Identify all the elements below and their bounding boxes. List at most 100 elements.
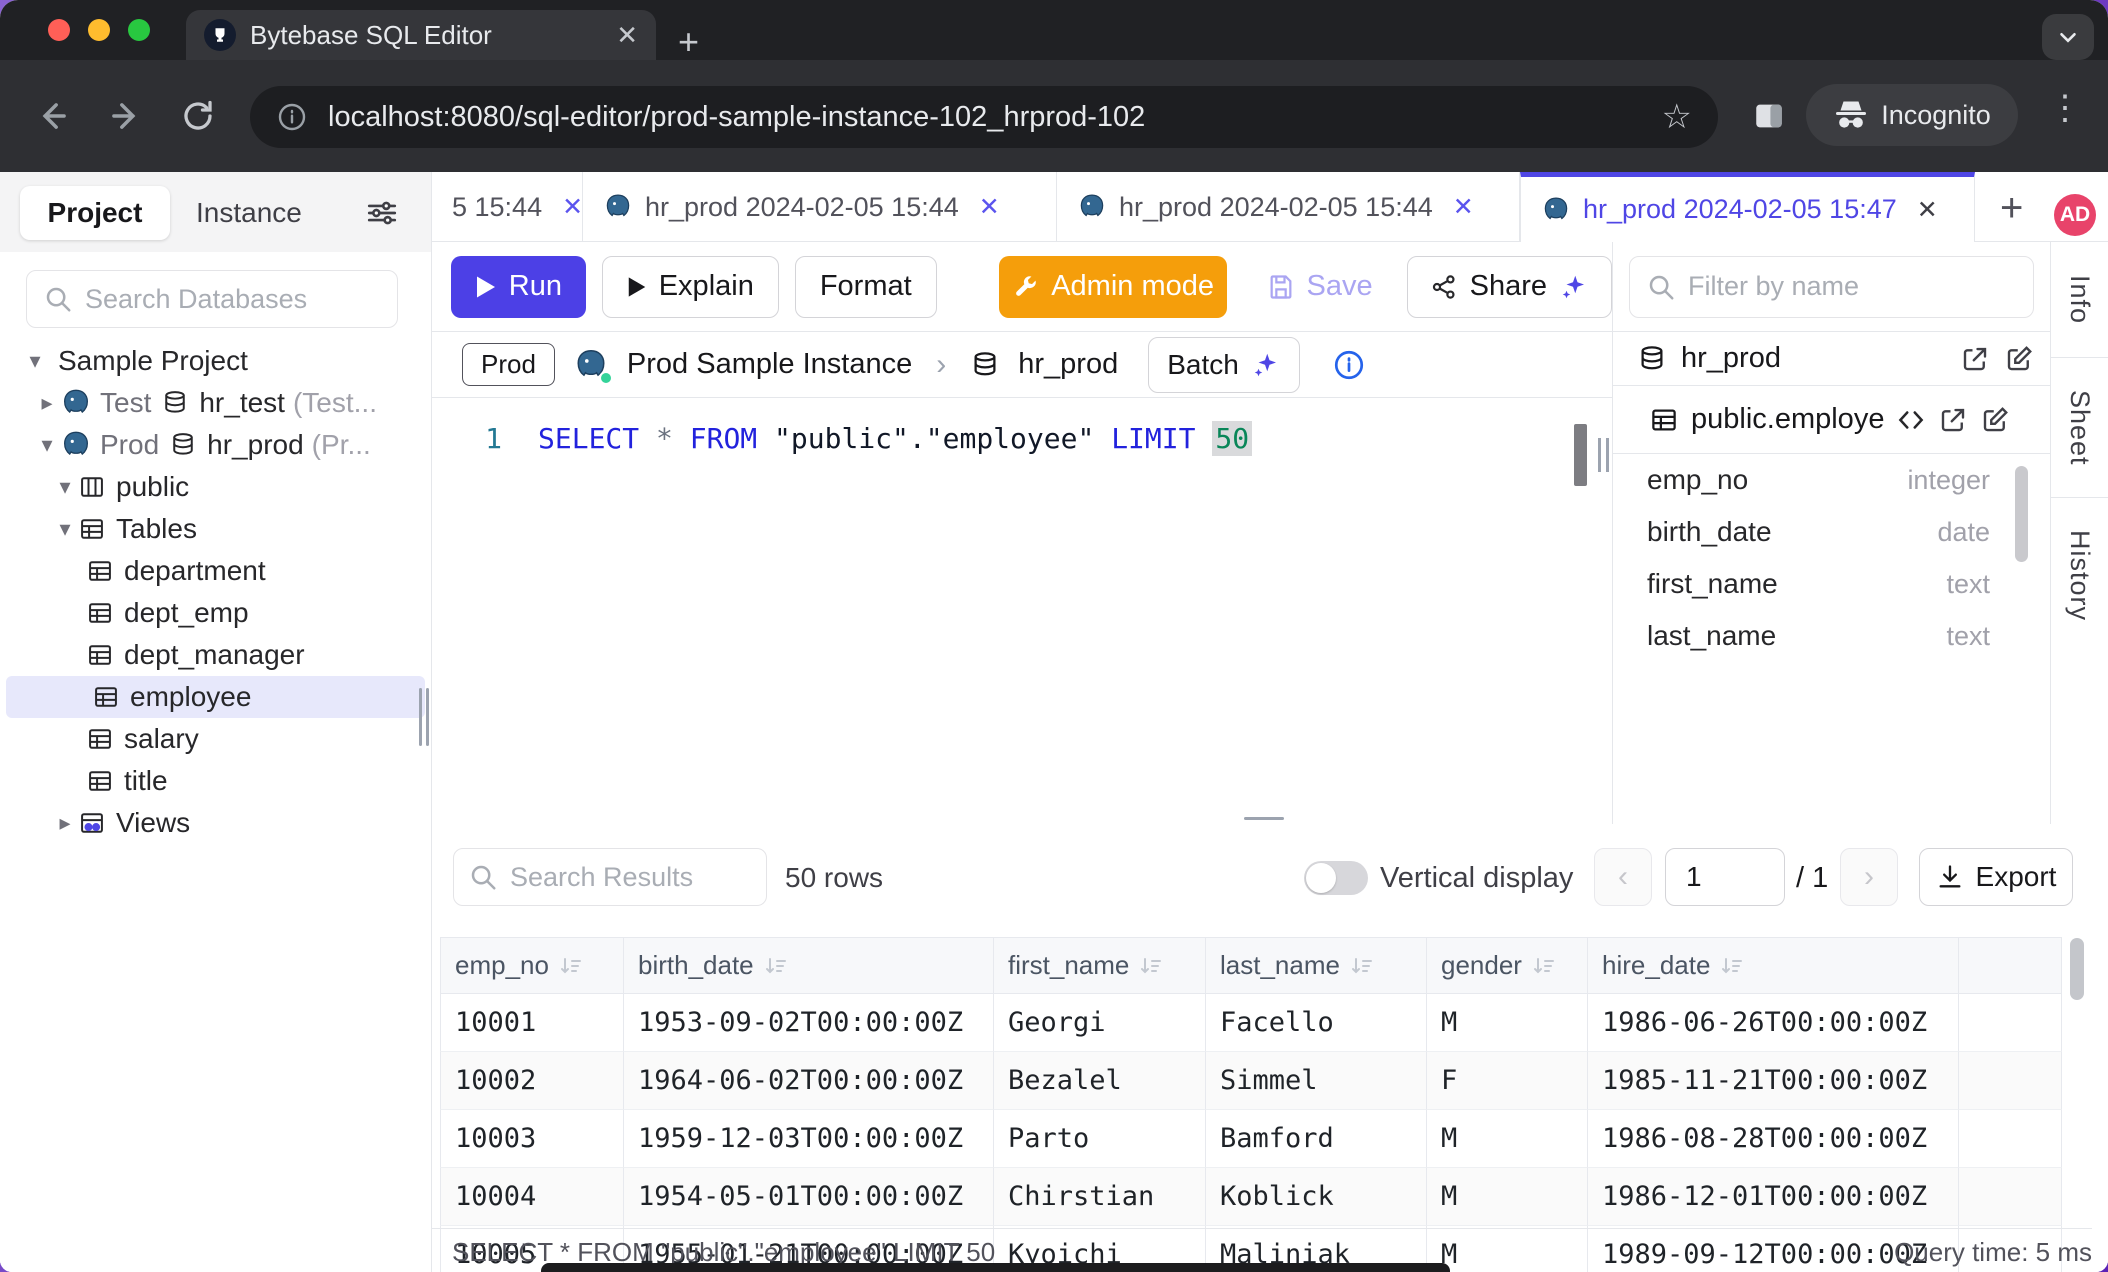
tree-item-table-dept-manager[interactable]: dept_manager [0, 634, 431, 676]
side-tab-info[interactable]: Info [2051, 242, 2108, 358]
table-cell[interactable]: 1986-08-28T00:00:00Z [1588, 1110, 1959, 1168]
table-cell[interactable]: Parto [994, 1110, 1206, 1168]
sort-icon[interactable] [1532, 954, 1556, 978]
table-cell[interactable]: 1986-06-26T00:00:00Z [1588, 994, 1959, 1052]
sort-icon[interactable] [1720, 954, 1744, 978]
vertical-display-toggle[interactable] [1304, 861, 1368, 895]
close-icon[interactable]: ✕ [1917, 195, 1938, 225]
worksheet-tab-3[interactable]: hr_prod 2024-02-05 15:44 ✕ [1057, 172, 1520, 242]
filter-settings-icon[interactable] [365, 196, 399, 230]
column-header[interactable]: hire_date [1588, 937, 1959, 994]
save-button[interactable]: Save [1247, 256, 1393, 318]
table-cell[interactable]: 1986-12-01T00:00:00Z [1588, 1168, 1959, 1226]
schema-filter[interactable] [1629, 256, 2034, 318]
new-worksheet-button[interactable]: + [2000, 186, 2023, 231]
panel-database-row[interactable]: hr_prod [1613, 332, 2050, 386]
tree-item-schema-public[interactable]: ▾ public [0, 466, 431, 508]
worksheet-tab-1[interactable]: 5 15:44 ✕ [432, 172, 583, 242]
editor-scrollbar-thumb[interactable] [1574, 424, 1587, 486]
sort-icon[interactable] [1139, 954, 1163, 978]
back-icon[interactable] [34, 97, 72, 135]
table-row[interactable]: 100011953-09-02T00:00:00ZGeorgiFacelloM1… [440, 994, 2062, 1052]
minimize-window-button[interactable] [88, 19, 110, 41]
column-header[interactable]: last_name [1206, 937, 1427, 994]
table-cell[interactable]: Chirstian [994, 1168, 1206, 1226]
table-cell[interactable]: Koblick [1206, 1168, 1427, 1226]
table-row[interactable]: 100041954-05-01T00:00:00ZChirstianKoblic… [440, 1168, 2062, 1226]
share-button[interactable]: Share [1407, 256, 1612, 318]
browser-tab-close-icon[interactable]: ✕ [616, 20, 638, 51]
table-cell[interactable]: 1959-12-03T00:00:00Z [624, 1110, 994, 1168]
tree-item-views-group[interactable]: ▸ Views [0, 802, 431, 844]
table-cell[interactable]: Bezalel [994, 1052, 1206, 1110]
table-cell[interactable]: Facello [1206, 994, 1427, 1052]
worksheet-tab-2[interactable]: hr_prod 2024-02-05 15:44 ✕ [583, 172, 1057, 242]
results-search[interactable] [453, 848, 767, 906]
table-cell[interactable]: 10004 [440, 1168, 624, 1226]
new-tab-button[interactable]: + [678, 24, 699, 60]
column-row[interactable]: emp_no integer [1613, 454, 2050, 506]
side-panel-icon[interactable] [1752, 99, 1786, 133]
close-icon[interactable]: ✕ [1453, 192, 1474, 222]
results-search-input[interactable] [510, 862, 752, 893]
tree-item-hr-prod[interactable]: ▾ Prod hr_prod (Pr... [0, 424, 431, 466]
column-header[interactable]: first_name [994, 937, 1206, 994]
zoom-window-button[interactable] [128, 19, 150, 41]
side-tab-sheet[interactable]: Sheet [2051, 358, 2108, 498]
sort-icon[interactable] [559, 954, 583, 978]
table-cell[interactable]: Simmel [1206, 1052, 1427, 1110]
page-number-input[interactable] [1665, 848, 1785, 906]
column-row[interactable]: last_name text [1613, 610, 2050, 662]
table-cell[interactable]: M [1427, 1110, 1588, 1168]
external-link-icon[interactable] [1960, 344, 1990, 374]
column-header[interactable]: birth_date [624, 937, 994, 994]
tree-item-project[interactable]: ▾ Sample Project [0, 340, 431, 382]
tree-item-hr-test[interactable]: ▸ Test hr_test (Test... [0, 382, 431, 424]
caret-down-icon[interactable]: ▾ [34, 432, 60, 458]
table-cell[interactable]: 10001 [440, 994, 624, 1052]
table-cell[interactable]: 1953-09-02T00:00:00Z [624, 994, 994, 1052]
page-info-icon[interactable] [276, 101, 308, 133]
table-row[interactable]: 100021964-06-02T00:00:00ZBezalelSimmelF1… [440, 1052, 2062, 1110]
column-row[interactable]: first_name text [1613, 558, 2050, 610]
caret-down-icon[interactable]: ▾ [52, 516, 78, 542]
tree-item-table-title[interactable]: title [0, 760, 431, 802]
panel-resize-handle[interactable] [1598, 438, 1609, 472]
tab-instance[interactable]: Instance [196, 186, 302, 240]
browser-tab[interactable]: Bytebase SQL Editor ✕ [186, 10, 656, 60]
caret-down-icon[interactable]: ▾ [52, 474, 78, 500]
prev-page-button[interactable]: ‹ [1594, 848, 1652, 906]
table-cell[interactable]: 1985-11-21T00:00:00Z [1588, 1052, 1959, 1110]
bookmark-star-icon[interactable]: ☆ [1662, 97, 1692, 137]
database-name[interactable]: hr_prod [1018, 348, 1118, 381]
edit-icon[interactable] [2004, 344, 2034, 374]
edit-icon[interactable] [1980, 405, 2010, 435]
explain-button[interactable]: Explain [602, 256, 779, 318]
table-scrollbar-thumb[interactable] [2070, 938, 2084, 1000]
url-bar[interactable]: localhost:8080/sql-editor/prod-sample-in… [250, 86, 1718, 148]
tree-item-table-department[interactable]: department [0, 550, 431, 592]
tree-item-table-dept-emp[interactable]: dept_emp [0, 592, 431, 634]
table-cell[interactable]: 10003 [440, 1110, 624, 1168]
database-search[interactable] [26, 270, 398, 328]
column-row[interactable]: birth_date date [1613, 506, 2050, 558]
forward-icon[interactable] [106, 97, 144, 135]
table-cell[interactable]: Bamford [1206, 1110, 1427, 1168]
sql-editor[interactable]: 1 SELECT * FROM "public"."employee" LIMI… [432, 398, 1612, 824]
run-button[interactable]: Run [451, 256, 586, 318]
close-icon[interactable]: ✕ [979, 192, 1000, 222]
table-row[interactable]: 100031959-12-03T00:00:00ZPartoBamfordM19… [440, 1110, 2062, 1168]
table-cell[interactable]: 10002 [440, 1052, 624, 1110]
column-list-scrollbar-thumb[interactable] [2015, 466, 2028, 562]
table-cell[interactable]: Georgi [994, 994, 1206, 1052]
sort-icon[interactable] [764, 954, 788, 978]
format-button[interactable]: Format [795, 256, 937, 318]
export-button[interactable]: Export [1919, 848, 2073, 906]
schema-filter-input[interactable] [1688, 271, 2017, 302]
sidebar-resize-handle[interactable] [419, 688, 429, 746]
caret-down-icon[interactable]: ▾ [22, 348, 48, 374]
column-header[interactable]: emp_no [440, 937, 624, 994]
next-page-button[interactable]: › [1840, 848, 1898, 906]
code-icon[interactable] [1896, 405, 1926, 435]
column-header[interactable]: gender [1427, 937, 1588, 994]
